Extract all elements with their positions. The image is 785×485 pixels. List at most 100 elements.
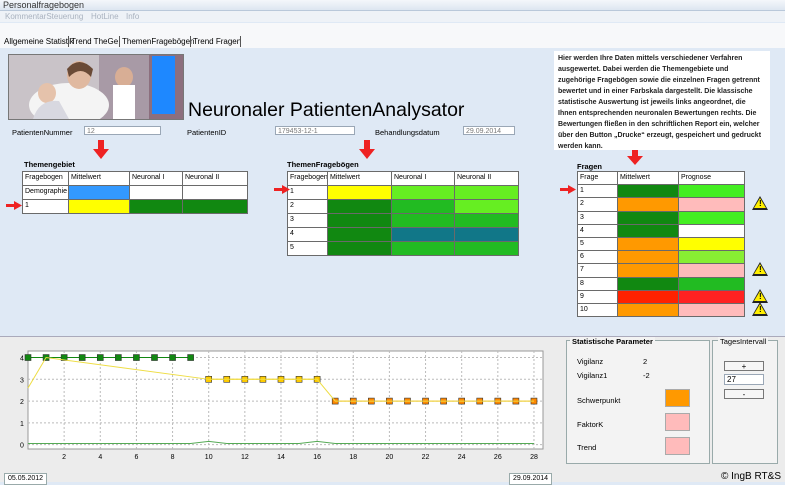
fragen-color-cell bbox=[678, 184, 745, 199]
themengebiet-row-label[interactable]: Demographie bbox=[22, 185, 69, 200]
increase-button[interactable]: + bbox=[724, 361, 764, 371]
themenfragebogen-color-cell bbox=[327, 199, 392, 214]
x-tick-label: 24 bbox=[458, 454, 466, 461]
menu-kommentarsteuerung[interactable]: KommentarSteuerung bbox=[5, 12, 83, 21]
x-tick-label: 26 bbox=[494, 454, 502, 461]
trend-swatch bbox=[665, 437, 690, 455]
tab-themenfrageboegen[interactable]: ThemenFragebögen bbox=[122, 37, 195, 46]
themenfragebogen-color-cell bbox=[327, 227, 392, 242]
patientennummer-field[interactable]: 12 bbox=[84, 126, 161, 135]
x-tick-label: 18 bbox=[349, 454, 357, 461]
fragen-color-cell bbox=[617, 303, 679, 318]
fragen-row-label[interactable]: 3 bbox=[577, 210, 618, 225]
x-tick-label: 16 bbox=[313, 454, 321, 461]
x-tick-label: 8 bbox=[171, 454, 175, 461]
fragen-color-cell bbox=[617, 276, 679, 291]
fragen-row-label[interactable]: 9 bbox=[577, 289, 618, 304]
fragen-row-label[interactable]: 1 bbox=[577, 184, 618, 199]
themenfragebogen-row-label[interactable]: 3 bbox=[287, 213, 328, 228]
down-arrow-icon bbox=[627, 150, 643, 165]
tagesintervall-input[interactable]: 27 bbox=[724, 374, 764, 385]
menu-hotline[interactable]: HotLine bbox=[91, 12, 119, 21]
fragen-color-cell bbox=[617, 197, 679, 212]
themenfragebogen-color-cell bbox=[327, 241, 392, 256]
data-point bbox=[96, 354, 104, 361]
fragen-row-label[interactable]: 8 bbox=[577, 276, 618, 291]
trend-label: Trend bbox=[577, 443, 597, 452]
themenfragebogen-title: ThemenFragebögen bbox=[287, 160, 359, 169]
fragen-color-cell bbox=[617, 223, 679, 238]
tab-separator bbox=[240, 36, 241, 47]
fragen-row-label[interactable]: 4 bbox=[577, 223, 618, 238]
tab-separator bbox=[68, 36, 69, 47]
patientenid-field[interactable]: 179453-12-1 bbox=[275, 126, 355, 135]
data-point bbox=[133, 354, 140, 361]
tab-allgemeine-statistik[interactable]: Allgemeine Statistik bbox=[4, 37, 74, 46]
x-tick-label: 14 bbox=[277, 454, 285, 461]
fragen-color-cell bbox=[678, 197, 745, 212]
fragen-row-label[interactable]: 6 bbox=[577, 250, 618, 265]
vigilanz-label: Vigilanz bbox=[577, 357, 604, 366]
themengebiet-row-label[interactable]: 1 bbox=[22, 199, 69, 214]
behandlungsdatum-field[interactable]: 29.09.2014 bbox=[463, 126, 515, 135]
fragen-color-cell bbox=[617, 184, 679, 199]
fragen-color-cell bbox=[678, 223, 745, 238]
fragen-color-cell bbox=[617, 289, 679, 304]
schwerpunkt-swatch bbox=[665, 389, 690, 407]
themenfragebogen-row-label[interactable]: 1 bbox=[287, 185, 328, 200]
themengebiet-header: Mittelwert bbox=[68, 171, 130, 186]
fragen-row-label[interactable]: 10 bbox=[577, 303, 618, 318]
title-bar bbox=[0, 0, 785, 11]
fragen-row-label[interactable]: 5 bbox=[577, 237, 618, 252]
fragen-color-cell bbox=[678, 237, 745, 252]
data-point bbox=[151, 354, 158, 361]
tab-trend-fragen[interactable]: Trend Fragen bbox=[193, 37, 241, 46]
themenfragebogen-row-label[interactable]: 4 bbox=[287, 227, 328, 242]
y-tick-label: 0 bbox=[20, 443, 24, 450]
row-pointer-arrow-icon bbox=[274, 185, 290, 194]
fragen-color-cell bbox=[678, 303, 745, 318]
tagesintervall-group bbox=[712, 340, 778, 464]
data-point bbox=[187, 354, 194, 361]
themengebiet-color-cell bbox=[129, 185, 183, 200]
data-point bbox=[78, 354, 86, 361]
data-point bbox=[24, 354, 32, 361]
y-tick-label: 2 bbox=[20, 399, 24, 406]
themenfragebogen-row-label[interactable]: 2 bbox=[287, 199, 328, 214]
themenfragebogen-color-cell bbox=[391, 213, 455, 228]
faktork-label: FaktorK bbox=[577, 420, 604, 429]
x-tick-label: 4 bbox=[98, 454, 102, 461]
faktork-swatch bbox=[665, 413, 690, 431]
themengebiet-header: Neuronal I bbox=[129, 171, 183, 186]
tab-trend-thege[interactable]: Trend TheGe bbox=[71, 37, 118, 46]
themengebiet-color-cell bbox=[182, 185, 248, 200]
themengebiet-color-cell bbox=[129, 199, 183, 214]
warning-icon: ! bbox=[752, 288, 768, 303]
status-bar bbox=[0, 469, 785, 482]
fragen-header: Prognose bbox=[678, 171, 745, 186]
themengebiet-color-cell bbox=[68, 199, 130, 214]
themengebiet-header: Neuronal II bbox=[182, 171, 248, 186]
tab-separator bbox=[190, 36, 191, 47]
trend-chart: 012342 4 6 8 10 12 14 16 18 20 22 24 26 28 bbox=[20, 350, 544, 461]
y-tick-label: 3 bbox=[20, 377, 24, 384]
vigilanz1-value: -2 bbox=[643, 371, 650, 380]
fragen-row-label[interactable]: 2 bbox=[577, 197, 618, 212]
themenfragebogen-header: Mittelwert bbox=[327, 171, 392, 186]
decrease-button[interactable]: - bbox=[724, 389, 764, 399]
fragen-header: Frage bbox=[577, 171, 618, 186]
schwerpunkt-label: Schwerpunkt bbox=[577, 396, 621, 405]
x-tick-label: 20 bbox=[386, 454, 394, 461]
x-tick-label: 10 bbox=[205, 454, 213, 461]
menu-info[interactable]: Info bbox=[126, 12, 139, 21]
themengebiet-color-cell bbox=[68, 185, 130, 200]
themenfragebogen-color-cell bbox=[454, 199, 519, 214]
themenfragebogen-row-label[interactable]: 5 bbox=[287, 241, 328, 256]
fragen-row-label[interactable]: 7 bbox=[577, 263, 618, 278]
x-tick-label: 22 bbox=[422, 454, 430, 461]
vigilanz-value: 2 bbox=[643, 357, 648, 366]
patientenid-label: PatientenID bbox=[187, 128, 227, 137]
warning-icon: ! bbox=[752, 262, 768, 277]
themenfragebogen-color-cell bbox=[391, 185, 455, 200]
brand-color-bar bbox=[152, 56, 175, 114]
